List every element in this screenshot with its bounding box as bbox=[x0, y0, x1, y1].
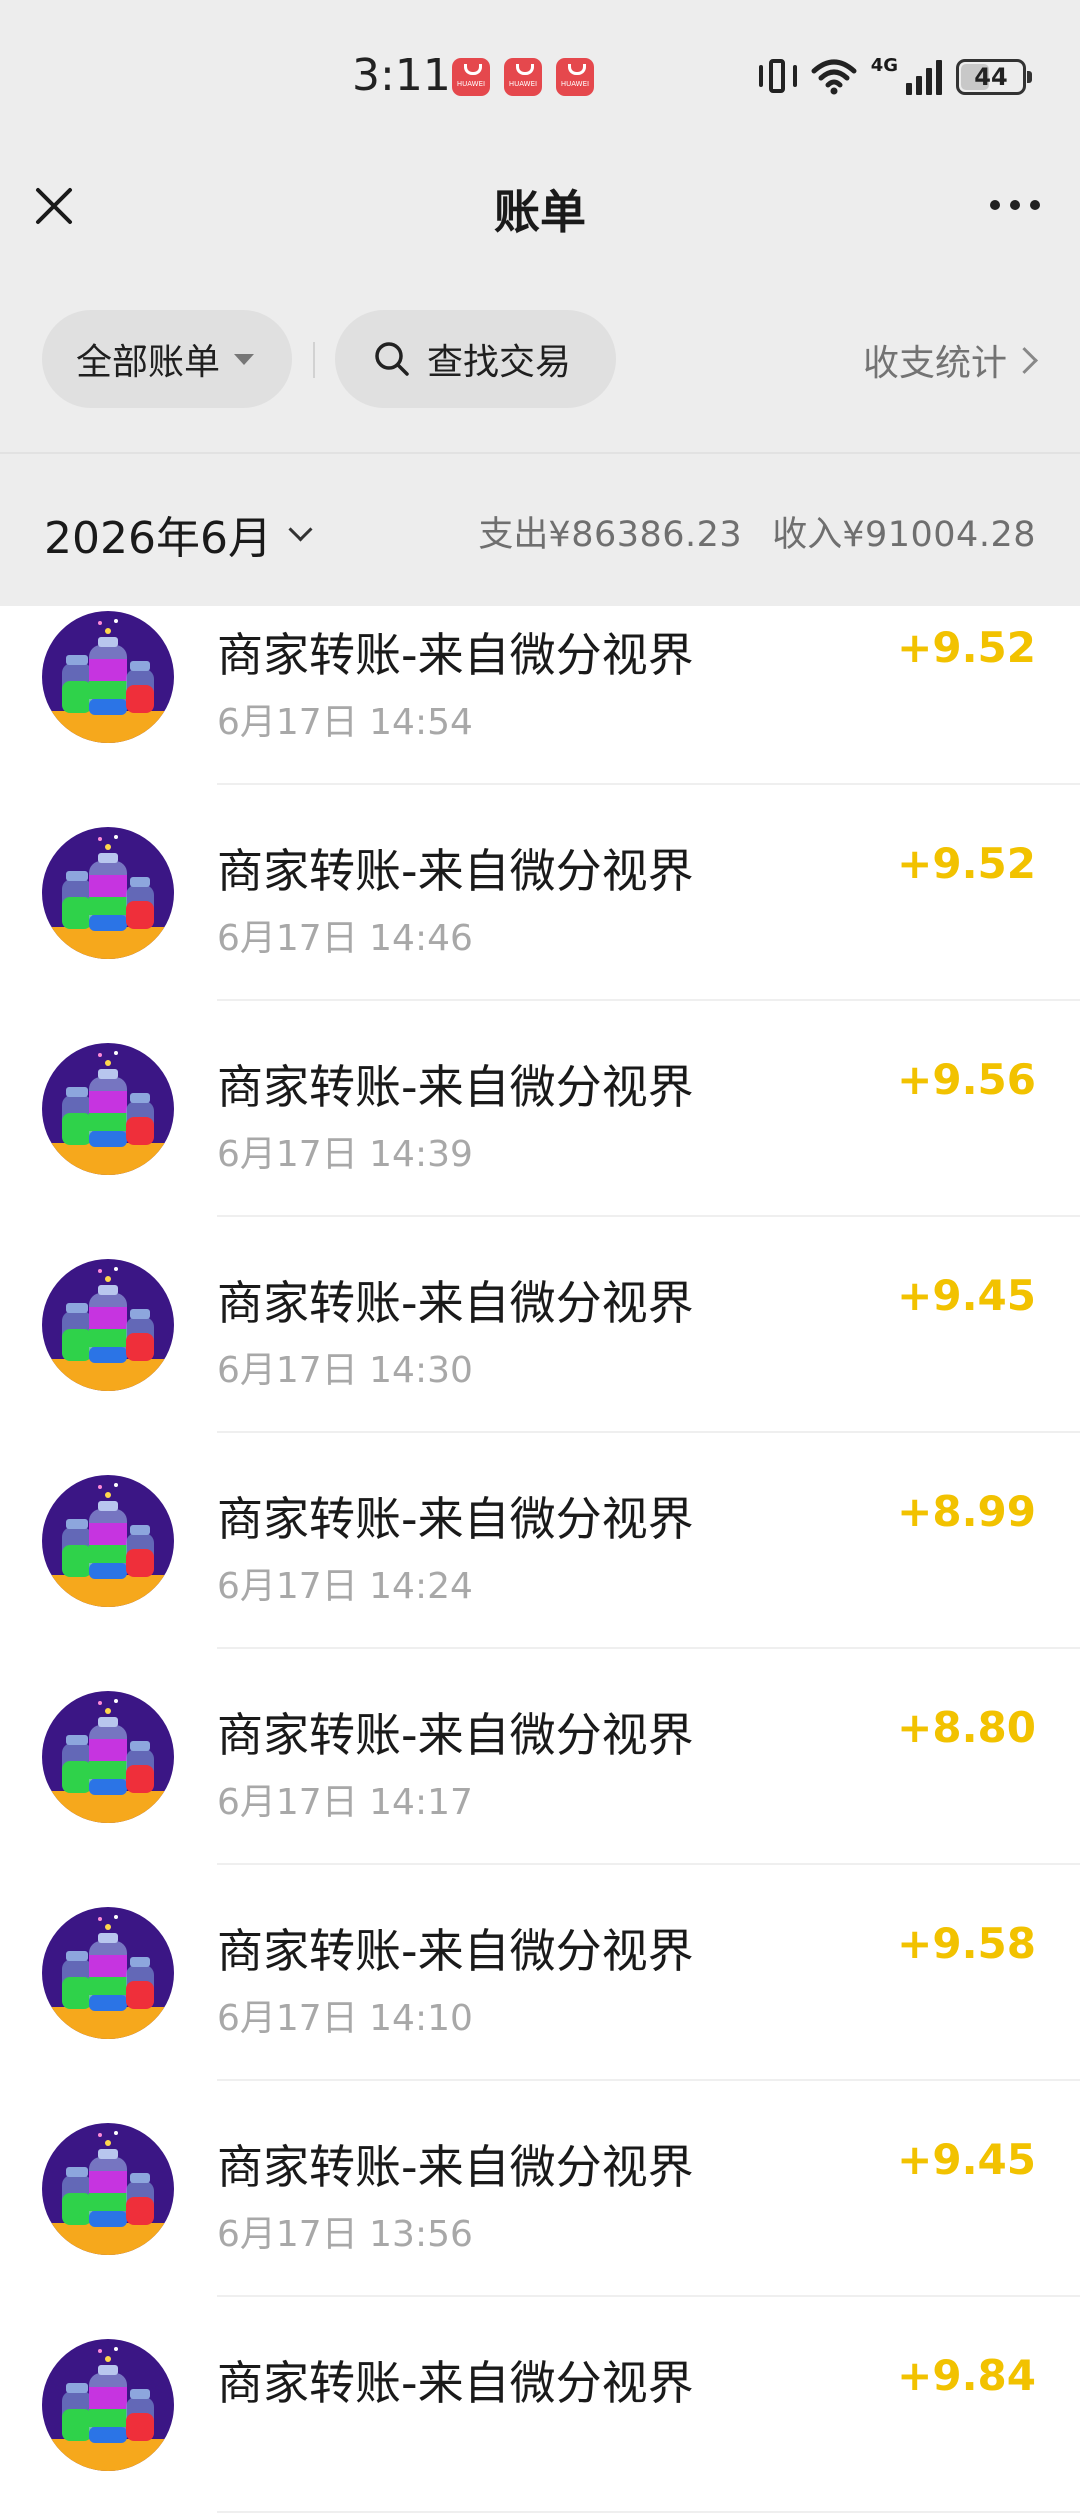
transaction-amount: +9.52 bbox=[897, 623, 1036, 672]
vibrate-icon bbox=[758, 57, 797, 97]
stats-label: 收支统计 bbox=[862, 343, 1007, 384]
signal-icon bbox=[906, 59, 942, 95]
wifi-icon bbox=[811, 59, 857, 95]
transaction-time: 6月17日 14:17 bbox=[217, 1782, 473, 1823]
merchant-avatar bbox=[42, 1907, 174, 2039]
all-bills-dropdown[interactable]: 全部账单 bbox=[42, 310, 292, 408]
transaction-amount: +8.80 bbox=[897, 1703, 1036, 1752]
transaction-title: 商家转账-来自微分视界 bbox=[217, 844, 694, 898]
transaction-title: 商家转账-来自微分视界 bbox=[217, 2356, 694, 2410]
transaction-time: 6月17日 14:30 bbox=[217, 1350, 473, 1391]
transaction-row[interactable]: 商家转账-来自微分视界 6月17日 14:30 +9.45 bbox=[0, 1217, 1080, 1433]
status-bar: 3:11 HUAWEI HUAWEI HUAWEI 4G 44 bbox=[0, 0, 1080, 150]
transaction-time: 6月17日 14:54 bbox=[217, 702, 473, 743]
expense-label: 支出 bbox=[478, 515, 549, 555]
transaction-row[interactable]: 商家转账-来自微分视界 6月17日 14:17 +8.80 bbox=[0, 1649, 1080, 1865]
transaction-row[interactable]: 商家转账-来自微分视界 6月17日 14:10 +9.58 bbox=[0, 1865, 1080, 2081]
merchant-avatar bbox=[42, 1691, 174, 1823]
expense-amount: ¥86386.23 bbox=[548, 515, 743, 555]
transaction-row[interactable]: 商家转账-来自微分视界 6月17日 13:56 +9.45 bbox=[0, 2081, 1080, 2297]
caret-down-icon bbox=[234, 353, 255, 365]
transaction-amount: +8.99 bbox=[897, 1487, 1036, 1536]
transaction-amount: +9.58 bbox=[897, 1919, 1036, 1968]
transaction-row[interactable]: 商家转账-来自微分视界 6月17日 14:39 +9.56 bbox=[0, 1001, 1080, 1217]
transaction-amount: +9.45 bbox=[897, 1271, 1036, 1320]
transaction-time: 6月17日 14:24 bbox=[217, 1566, 473, 1607]
transaction-title: 商家转账-来自微分视界 bbox=[217, 1924, 694, 1978]
merchant-avatar bbox=[42, 2339, 174, 2471]
filter-row: 全部账单 查找交易 收支统计 bbox=[0, 310, 1080, 408]
divider bbox=[313, 342, 315, 378]
battery-icon: 44 bbox=[956, 59, 1032, 95]
transaction-list[interactable]: 商家转账-来自微分视界 6月17日 14:54 +9.52 商家转账-来自微分视… bbox=[0, 569, 1080, 2513]
expense-total: 支出¥86386.23 bbox=[478, 506, 742, 557]
search-label: 查找交易 bbox=[427, 342, 572, 383]
chevron-right-icon bbox=[1011, 346, 1038, 374]
status-icons: 4G 44 bbox=[758, 52, 1032, 102]
transaction-title: 商家转账-来自微分视界 bbox=[217, 1060, 694, 1114]
transaction-row[interactable]: 商家转账-来自微分视界 +9.84 bbox=[0, 2297, 1080, 2513]
transaction-title: 商家转账-来自微分视界 bbox=[217, 1492, 694, 1546]
merchant-avatar bbox=[42, 611, 174, 743]
header-area: 3:11 HUAWEI HUAWEI HUAWEI 4G 44 账单 全部账单 … bbox=[0, 0, 1080, 606]
month-summary-row: 2026年6月 支出¥86386.23 收入¥91004.28 bbox=[0, 454, 1080, 606]
merchant-avatar bbox=[42, 1043, 174, 1175]
status-time: 3:11 bbox=[352, 50, 451, 101]
transaction-title: 商家转账-来自微分视界 bbox=[217, 2140, 694, 2194]
huawei-appgallery-icon: HUAWEI bbox=[504, 58, 542, 96]
month-totals: 支出¥86386.23 收入¥91004.28 bbox=[478, 506, 1036, 557]
transaction-amount: +9.45 bbox=[897, 2135, 1036, 2184]
merchant-avatar bbox=[42, 1259, 174, 1391]
transaction-time: 6月17日 14:10 bbox=[217, 1998, 473, 2039]
transaction-title: 商家转账-来自微分视界 bbox=[217, 628, 694, 682]
income-label: 收入 bbox=[772, 515, 843, 555]
merchant-avatar bbox=[42, 2123, 174, 2255]
transaction-amount: +9.52 bbox=[897, 839, 1036, 888]
huawei-appgallery-icon: HUAWEI bbox=[452, 58, 490, 96]
transaction-row[interactable]: 商家转账-来自微分视界 6月17日 14:24 +8.99 bbox=[0, 1433, 1080, 1649]
transaction-time: 6月17日 14:46 bbox=[217, 918, 473, 959]
search-icon bbox=[375, 342, 409, 376]
transaction-time: 6月17日 13:56 bbox=[217, 2214, 473, 2255]
chevron-down-icon bbox=[288, 516, 313, 542]
transaction-amount: +9.84 bbox=[897, 2351, 1036, 2400]
huawei-appgallery-icon: HUAWEI bbox=[556, 58, 594, 96]
all-bills-label: 全部账单 bbox=[76, 342, 221, 383]
transaction-row[interactable]: 商家转账-来自微分视界 6月17日 14:46 +9.52 bbox=[0, 785, 1080, 1001]
page-title: 账单 bbox=[494, 185, 586, 239]
transaction-amount: +9.56 bbox=[897, 1055, 1036, 1104]
battery-level: 44 bbox=[974, 63, 1008, 91]
more-icon[interactable] bbox=[990, 200, 1040, 210]
transaction-title: 商家转账-来自微分视界 bbox=[217, 1708, 694, 1762]
nav-bar: 账单 bbox=[0, 150, 1080, 260]
stats-link[interactable]: 收支统计 bbox=[862, 334, 1038, 386]
transaction-title: 商家转账-来自微分视界 bbox=[217, 1276, 694, 1330]
transaction-time: 6月17日 14:39 bbox=[217, 1134, 473, 1175]
search-transactions-button[interactable]: 查找交易 bbox=[335, 310, 616, 408]
month-picker[interactable]: 2026年6月 bbox=[44, 502, 313, 566]
merchant-avatar bbox=[42, 1475, 174, 1607]
merchant-avatar bbox=[42, 827, 174, 959]
income-amount: ¥91004.28 bbox=[842, 515, 1036, 555]
income-total: 收入¥91004.28 bbox=[772, 506, 1036, 557]
month-label: 2026年6月 bbox=[44, 513, 272, 564]
network-type: 4G bbox=[870, 54, 898, 76]
